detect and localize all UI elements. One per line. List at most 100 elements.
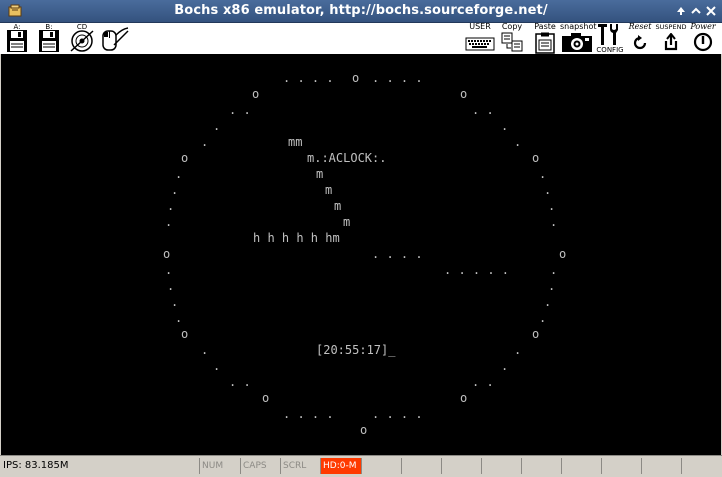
vga-console[interactable]: . . . . o . . . . o o . . . . . . . . o … — [1, 54, 721, 456]
suspend-button[interactable]: SUSPEND — [654, 23, 688, 54]
close-button[interactable] — [704, 4, 718, 18]
svg-text:.: . — [544, 295, 551, 309]
program-label: m.:ACLOCK:. — [307, 151, 386, 165]
close-icon — [706, 6, 716, 16]
digital-time: [20:55:17]_ — [316, 343, 396, 357]
svg-text:.: . — [550, 215, 557, 229]
floppy-disk-icon — [39, 30, 59, 52]
svg-text:.: . — [548, 279, 555, 293]
suspend-label: SUSPEND — [655, 23, 687, 31]
hour-hand-text: h h h h h hm — [253, 231, 340, 245]
svg-text:.: . — [165, 263, 172, 277]
svg-text:o: o — [532, 151, 539, 165]
svg-text:o: o — [181, 151, 188, 165]
svg-text:. .: . . — [229, 103, 251, 117]
svg-text:.: . — [171, 183, 178, 197]
status-divider — [681, 458, 682, 474]
tools-icon — [598, 24, 618, 45]
svg-text:o: o — [460, 391, 467, 405]
power-icon — [693, 32, 713, 52]
svg-text:o: o — [532, 327, 539, 341]
status-divider — [401, 458, 402, 474]
svg-text:o: o — [181, 327, 188, 341]
floppy-disk-icon — [7, 30, 27, 52]
snapshot-button[interactable]: snapshot — [560, 22, 597, 54]
svg-text:. .: . . — [229, 375, 251, 389]
svg-text:.: . — [201, 343, 208, 357]
suspend-icon — [664, 33, 678, 51]
svg-text:.: . — [539, 167, 546, 181]
svg-text:. . . .: . . . . — [372, 407, 423, 421]
copy-icon — [501, 32, 523, 52]
svg-text:m: m — [316, 167, 323, 181]
caps-lock-indicator: CAPS — [243, 461, 267, 471]
svg-text:o: o — [559, 247, 566, 261]
svg-text:.: . — [171, 295, 178, 309]
reset-icon — [633, 35, 647, 50]
power-button[interactable]: Power — [688, 23, 718, 54]
svg-text:.: . — [550, 263, 557, 277]
svg-text:m: m — [343, 215, 350, 229]
scroll-lock-indicator: SCRL — [283, 461, 307, 471]
svg-text:.: . — [167, 199, 174, 213]
user-button[interactable]: USER — [464, 23, 496, 54]
svg-text:. .: . . — [472, 375, 494, 389]
svg-text:. . . . .: . . . . . — [444, 263, 509, 277]
svg-text:.: . — [514, 343, 521, 357]
copy-label: Copy — [501, 22, 523, 31]
status-divider — [601, 458, 602, 474]
user-label: USER — [469, 22, 491, 31]
reset-button[interactable]: Reset — [626, 23, 654, 54]
paste-label: Paste — [534, 22, 556, 31]
cdrom-button[interactable]: CD — [68, 23, 96, 54]
maximize-button[interactable] — [689, 4, 703, 18]
floppy-b-button[interactable]: B: — [36, 23, 62, 54]
hour-hand: h h h h h hm — [253, 231, 340, 245]
status-divider — [521, 458, 522, 474]
copy-button[interactable]: Copy — [498, 23, 526, 54]
svg-text:.: . — [175, 311, 182, 325]
status-divider — [481, 458, 482, 474]
config-label: CONFIG — [596, 46, 624, 54]
aclock-display: . . . . o . . . . o o . . . . . . . . o … — [163, 71, 566, 437]
svg-text:.: . — [501, 119, 508, 133]
minute-hand-top: mm — [288, 135, 302, 149]
svg-text:m: m — [325, 183, 332, 197]
svg-text:. .: . . — [472, 103, 494, 117]
svg-text:.: . — [175, 167, 182, 181]
power-label: Power — [690, 22, 716, 31]
svg-text:. . . .: . . . . — [372, 247, 423, 261]
chevron-up-icon — [691, 7, 701, 14]
svg-text:.: . — [213, 359, 220, 373]
paste-button[interactable]: Paste — [530, 23, 560, 54]
svg-text:o: o — [460, 87, 467, 101]
svg-text:.: . — [548, 199, 555, 213]
status-divider — [561, 458, 562, 474]
svg-text:m: m — [334, 199, 341, 213]
camera-icon — [562, 33, 592, 52]
mouse-icon — [102, 27, 129, 51]
svg-text:. . . .: . . . . — [372, 71, 423, 85]
minimize-button[interactable] — [674, 4, 688, 18]
svg-text:.: . — [501, 359, 508, 373]
status-divider — [441, 458, 442, 474]
svg-text:.: . — [213, 119, 220, 133]
config-button[interactable]: CONFIG — [594, 23, 626, 54]
svg-text:o: o — [352, 71, 359, 85]
ips-readout: IPS: 83.185M — [3, 460, 69, 471]
svg-text:. . . .: . . . . — [283, 407, 334, 421]
clipboard-icon — [535, 32, 555, 54]
svg-text:o: o — [360, 423, 367, 437]
hd-activity-indicator: HD:0-M — [321, 458, 361, 474]
status-divider — [361, 458, 362, 474]
svg-text:.: . — [544, 183, 551, 197]
status-bar: IPS: 83.185M NUM CAPS SCRL HD:0-M — [0, 455, 722, 477]
svg-text:o: o — [262, 391, 269, 405]
mouse-capture-button[interactable] — [100, 23, 130, 54]
svg-text:.: . — [165, 215, 172, 229]
window-title: Bochs x86 emulator, http://bochs.sourcef… — [174, 3, 548, 18]
minute-hand: mm m.:ACLOCK:. m m m m — [288, 135, 386, 229]
snapshot-label: snapshot — [560, 22, 597, 31]
svg-text:.: . — [539, 311, 546, 325]
floppy-a-button[interactable]: A: — [4, 23, 30, 54]
